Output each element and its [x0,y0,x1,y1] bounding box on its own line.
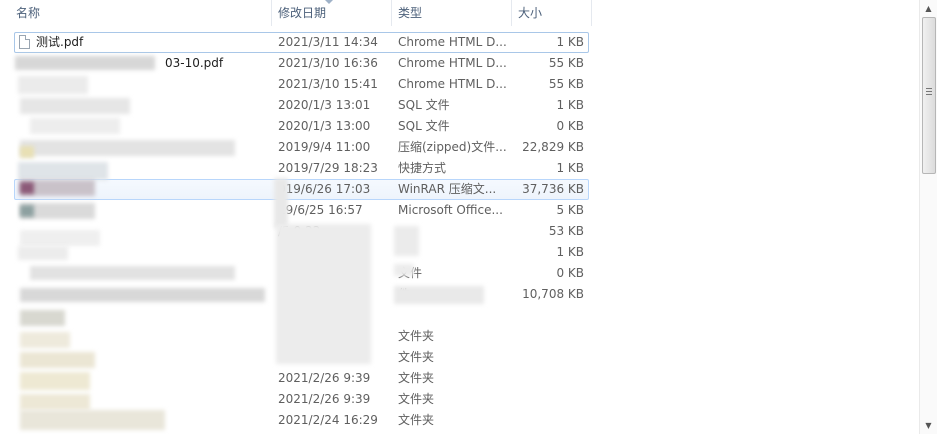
pdf-file-icon [19,35,30,49]
file-date: 2020/1/3 13:00 [278,119,371,133]
file-size: 22,829 KB [522,140,584,154]
file-date: 2020/1/3 13:01 [278,98,371,112]
column-divider[interactable] [391,0,392,26]
file-type: Chrome HTML D... [398,77,507,91]
file-date: 2021/3/10 15:41 [278,77,378,91]
file-size: 1 KB [556,98,584,112]
file-type: Chrome HTML D... [398,56,507,70]
file-type: 文件夹 [398,329,435,343]
scrollbar-thumb[interactable] [922,17,936,174]
file-size: 10,708 KB [522,287,584,301]
file-size: 1 KB [556,245,584,259]
file-size: 1 KB [556,35,584,49]
file-row[interactable]: 2019/7/29 18:23 快捷方式 1 KB [0,158,920,179]
file-row[interactable]: 19/6/25 16:57 Microsoft Office... 5 KB [0,200,920,221]
file-date: 2021/3/10 16:36 [278,56,378,70]
file-row[interactable]: 2020/1/3 13:01 SQL 文件 1 KB [0,95,920,116]
file-type: 快捷方式 [398,161,447,175]
file-size [512,368,584,389]
file-date: 2021/2/24 16:29 [278,413,378,427]
file-date: 2019/7/29 18:23 [278,161,378,175]
file-name: 测试.pdf [36,35,84,49]
file-size [512,305,584,326]
file-size: 0 KB [556,119,584,133]
file-type: Microsoft Office... [398,203,503,217]
vertical-scrollbar[interactable]: ▲ ▼ [919,0,937,434]
file-row[interactable]: 1 KB [0,242,920,263]
file-name [36,305,266,326]
column-divider[interactable] [511,0,512,26]
file-row[interactable]: 2021/3/10 15:41 Chrome HTML D... 55 KB [0,74,920,95]
file-row[interactable]: 019/6/26 17:03 WinRAR 压缩文... 37,736 KB [0,179,920,200]
grip-icon [926,88,932,95]
file-size [512,389,584,410]
file-type: 压缩(zipped)文件... [398,140,507,154]
file-type: Chrome HTML D... [398,35,507,49]
file-type: 文件夹 [398,392,435,406]
file-size: 5 KB [556,203,584,217]
file-row[interactable]: 文件夹 [0,347,920,368]
file-size [512,410,584,431]
file-row[interactable] [0,305,920,326]
sort-ascending-icon [325,0,333,4]
file-row[interactable]: 2021/2/26 9:39 文件夹 [0,368,920,389]
file-size: 37,736 KB [522,182,584,196]
file-row[interactable]: /5 0:2253 KB [0,221,920,242]
column-type-header[interactable]: 类型 [398,0,422,26]
file-type: 文件夹 [398,413,435,427]
file-row[interactable]: 测试.pdf 2021/3/11 14:34 Chrome HTML D... 1 K… [0,32,920,53]
scroll-up-arrow-icon[interactable]: ▲ [920,0,937,17]
file-size: 53 KB [548,224,584,238]
file-row[interactable]: 文件夹 [0,326,920,347]
file-type: SQL 文件 [398,98,450,112]
file-date: 2021/3/11 14:34 [278,35,378,49]
scroll-down-arrow-icon[interactable]: ▼ [920,417,937,434]
file-size: 0 KB [556,266,584,280]
file-date: 2021/2/26 9:39 [278,371,371,385]
column-name-header[interactable]: 名称 [16,0,40,26]
file-date: 019/6/26 17:03 [278,182,371,196]
file-row[interactable]: 2021/2/26 9:39 文件夹 [0,389,920,410]
file-date: 2021/2/26 9:39 [278,392,371,406]
column-size-header[interactable]: 大小 [518,0,542,26]
column-divider[interactable] [591,0,592,26]
file-type [398,305,508,326]
file-date: 19/6/25 16:57 [278,203,363,217]
file-type: 文件 [398,263,508,284]
column-divider[interactable] [271,0,272,26]
file-type: 文件夹 [398,371,435,385]
file-name [36,326,266,347]
file-type: WinRAR 压缩文... [398,182,497,196]
file-size [512,326,584,347]
file-size: 1 KB [556,161,584,175]
file-row[interactable]: 2020/1/3 13:00 SQL 文件 0 KB [0,116,920,137]
file-type: 文件夹 [398,350,435,364]
file-date: 2019/9/4 11:00 [278,140,371,154]
column-date-header[interactable]: 修改日期 [278,0,326,26]
file-size: 55 KB [548,77,584,91]
file-size [512,347,584,368]
column-header-bar: 名称 修改日期 类型 大小 [0,0,920,26]
file-size: 55 KB [548,56,584,70]
file-type: SQL 文件 [398,119,450,133]
